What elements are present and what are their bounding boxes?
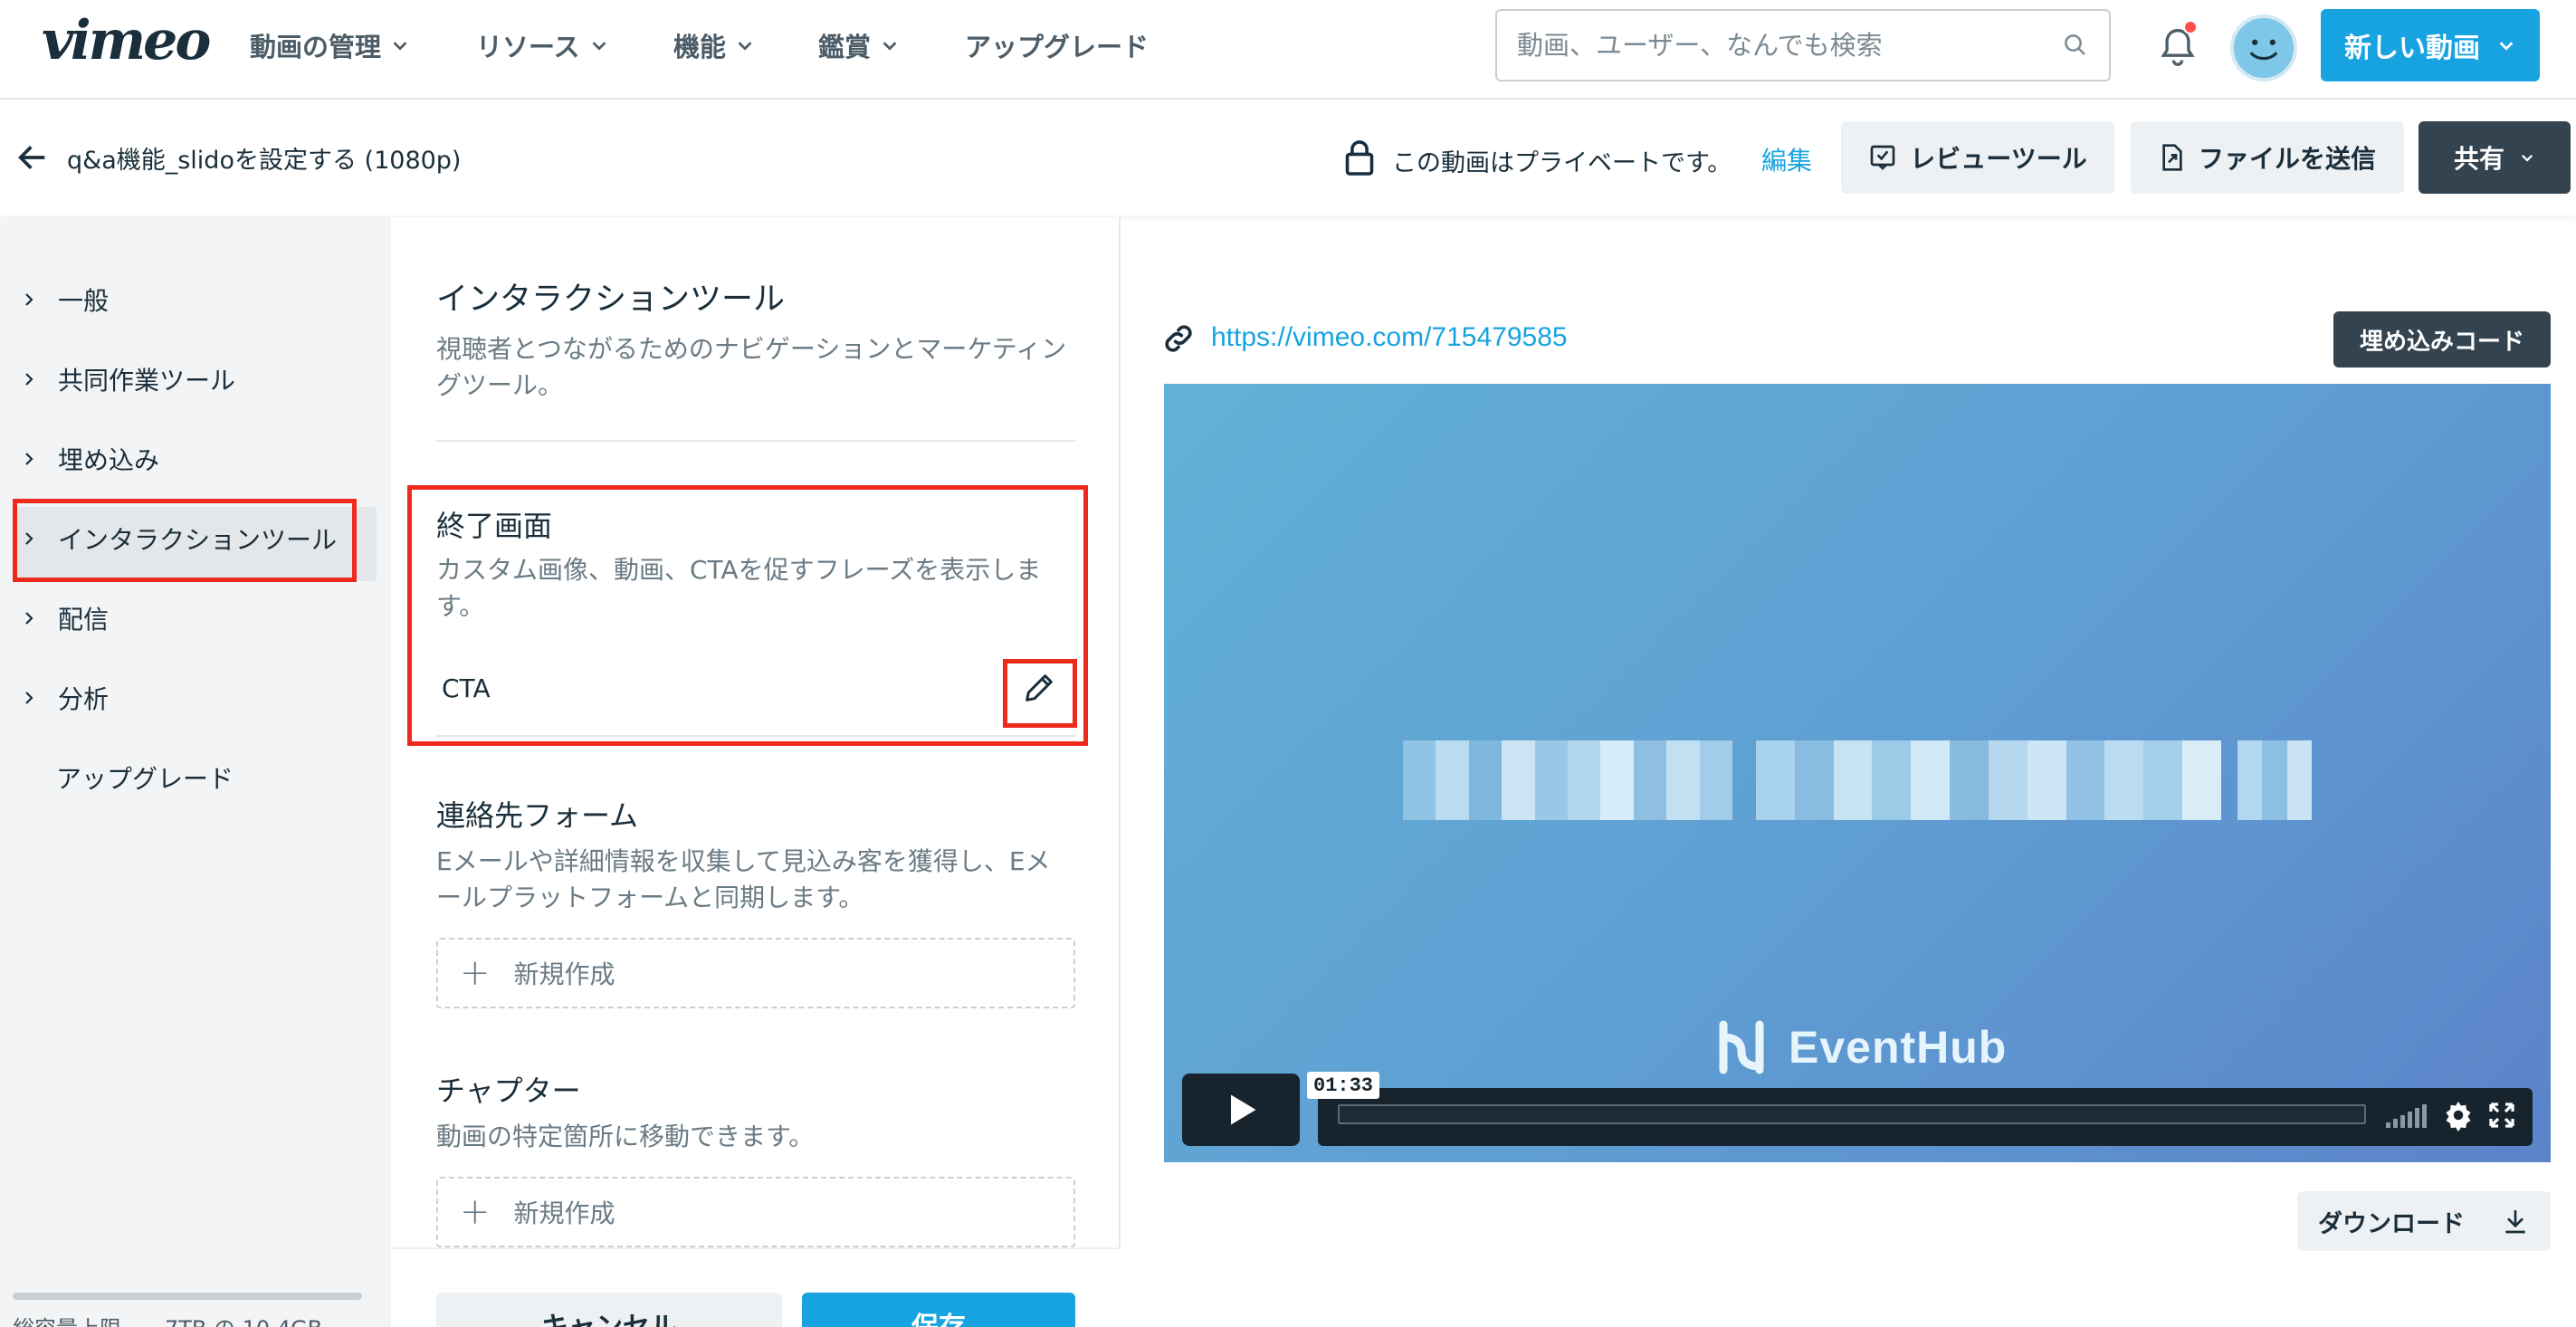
plus-icon: + — [460, 952, 491, 994]
sidebar-item-general[interactable]: 一般 — [14, 273, 377, 326]
review-tool-label: レビューツール — [1910, 144, 2087, 174]
chevron-right-icon — [25, 453, 33, 465]
privacy-status: この動画はプライベートです。 — [1392, 149, 1732, 177]
nav-item-resources[interactable]: リソース — [476, 25, 609, 65]
send-file-label: ファイルを送信 — [2198, 144, 2376, 174]
sidebar-item-label: 埋め込み — [58, 445, 160, 475]
chapters-new-button[interactable]: + 新規作成 — [436, 1177, 1075, 1247]
cancel-button[interactable]: キャンセル — [436, 1293, 782, 1327]
download-icon — [2505, 1210, 2525, 1234]
sidebar-item-label: 配信 — [58, 605, 110, 635]
highlight-end-screen — [407, 485, 1088, 746]
sidebar-item-label: 共同作業ツール — [58, 366, 236, 396]
chevron-down-icon — [738, 42, 752, 51]
highlight-interaction-tools — [13, 499, 357, 582]
embed-code-button[interactable]: 埋め込みコード — [2333, 311, 2551, 368]
highlight-edit-button — [1003, 659, 1077, 728]
video-url-link[interactable]: https://vimeo.com/715479585 — [1211, 322, 1568, 353]
chevron-down-icon — [2499, 42, 2514, 51]
fullscreen-icon[interactable] — [2487, 1101, 2516, 1130]
sidebar-item-label: アップグレード — [56, 764, 234, 794]
divider — [436, 440, 1075, 442]
notification-badge — [2183, 20, 2198, 34]
download-button[interactable]: ダウンロード — [2297, 1191, 2551, 1251]
chevron-right-icon — [25, 612, 33, 625]
timecode-badge: 01:33 — [1307, 1072, 1380, 1099]
contact-form-title: 連絡先フォーム — [436, 798, 639, 833]
chevron-right-icon — [25, 373, 33, 386]
nav-item-watch[interactable]: 鑑賞 — [818, 25, 900, 65]
send-file-button[interactable]: ファイルを送信 — [2131, 121, 2404, 194]
chevron-down-icon — [883, 42, 897, 51]
review-tool-button[interactable]: レビューツール — [1841, 121, 2114, 194]
contact-form-description: Eメールや詳細情報を収集して見込み客を獲得し、Eメールプラットフォームと同期しま… — [436, 846, 1051, 912]
nav-item-features[interactable]: 機能 — [673, 25, 755, 65]
nav-item-label: アップグレード — [965, 32, 1150, 62]
brand-text: EventHub — [1789, 1022, 2008, 1073]
play-icon — [1231, 1094, 1256, 1125]
review-icon — [1870, 145, 1895, 170]
link-icon — [1165, 325, 1192, 352]
contact-form-new-button[interactable]: + 新規作成 — [436, 938, 1075, 1008]
nav-item-label: 動画の管理 — [250, 32, 382, 62]
settings-gear-icon[interactable] — [2442, 1099, 2475, 1131]
video-title: q&a機能_slidoを設定する (1080p) — [67, 147, 462, 175]
edit-privacy-link[interactable]: 編集 — [1761, 141, 1812, 177]
new-video-label: 新しい動画 — [2344, 33, 2480, 64]
share-button[interactable]: 共有 — [2419, 121, 2571, 194]
section-title: インタラクションツール — [436, 282, 786, 318]
storage-bar — [13, 1293, 362, 1300]
section-description: 視聴者とつながるためのナビゲーションとマーケティングツール。 — [436, 334, 1067, 400]
chevron-down-icon — [393, 42, 407, 51]
pixelated-title — [1403, 740, 1733, 820]
new-button-label: 新規作成 — [513, 959, 615, 989]
chevron-down-icon — [592, 42, 606, 51]
sidebar-item-upgrade[interactable]: アップグレード — [49, 751, 411, 804]
vimeo-logo[interactable]: vimeo — [42, 9, 211, 72]
new-button-label: 新規作成 — [513, 1198, 615, 1228]
save-button[interactable]: 保存 — [802, 1293, 1075, 1327]
nav-item-label: 機能 — [673, 32, 727, 62]
chevron-right-icon — [25, 293, 33, 306]
search-icon[interactable] — [2062, 32, 2089, 59]
eventhub-logo-icon — [1719, 1020, 1764, 1074]
nav-item-label: 鑑賞 — [818, 32, 872, 62]
volume-icon[interactable] — [2384, 1104, 2429, 1128]
search-box — [1495, 9, 2111, 81]
storage-text: 総容量上限 7TB の 10.4GB — [13, 1311, 322, 1327]
chapters-title: チャプター — [436, 1074, 581, 1108]
download-label: ダウンロード — [2318, 1209, 2465, 1238]
new-video-button[interactable]: 新しい動画 — [2321, 9, 2540, 81]
sidebar-item-collaboration[interactable]: 共同作業ツール — [14, 353, 377, 406]
pixelated-subtitle — [1756, 740, 2221, 820]
share-label: 共有 — [2453, 144, 2504, 174]
sidebar-item-analytics[interactable]: 分析 — [14, 672, 377, 724]
chevron-down-icon — [2521, 154, 2533, 162]
sidebar-item-distribution[interactable]: 配信 — [14, 592, 377, 644]
play-button[interactable] — [1182, 1074, 1300, 1146]
file-send-icon — [2162, 144, 2182, 171]
search-input[interactable] — [1517, 30, 2042, 61]
plus-icon: + — [460, 1191, 491, 1233]
lock-icon — [1345, 140, 1374, 176]
chapters-description: 動画の特定箇所に移動できます。 — [436, 1122, 815, 1151]
nav-item-label: リソース — [476, 32, 580, 62]
user-avatar[interactable] — [2230, 14, 2297, 81]
back-arrow-icon[interactable] — [14, 139, 51, 176]
sidebar-item-embed[interactable]: 埋め込み — [14, 433, 377, 485]
video-player[interactable]: EventHub 01:33 — [1164, 384, 2551, 1162]
sidebar-item-label: 分析 — [58, 684, 110, 714]
pixelated-suffix — [2237, 740, 2312, 820]
chevron-right-icon — [25, 692, 33, 704]
nav-item-upgrade[interactable]: アップグレード — [965, 25, 1149, 65]
sidebar-item-label: 一般 — [58, 286, 110, 316]
progress-bar[interactable] — [1338, 1104, 2366, 1124]
nav-item-manage-videos[interactable]: 動画の管理 — [250, 25, 410, 65]
